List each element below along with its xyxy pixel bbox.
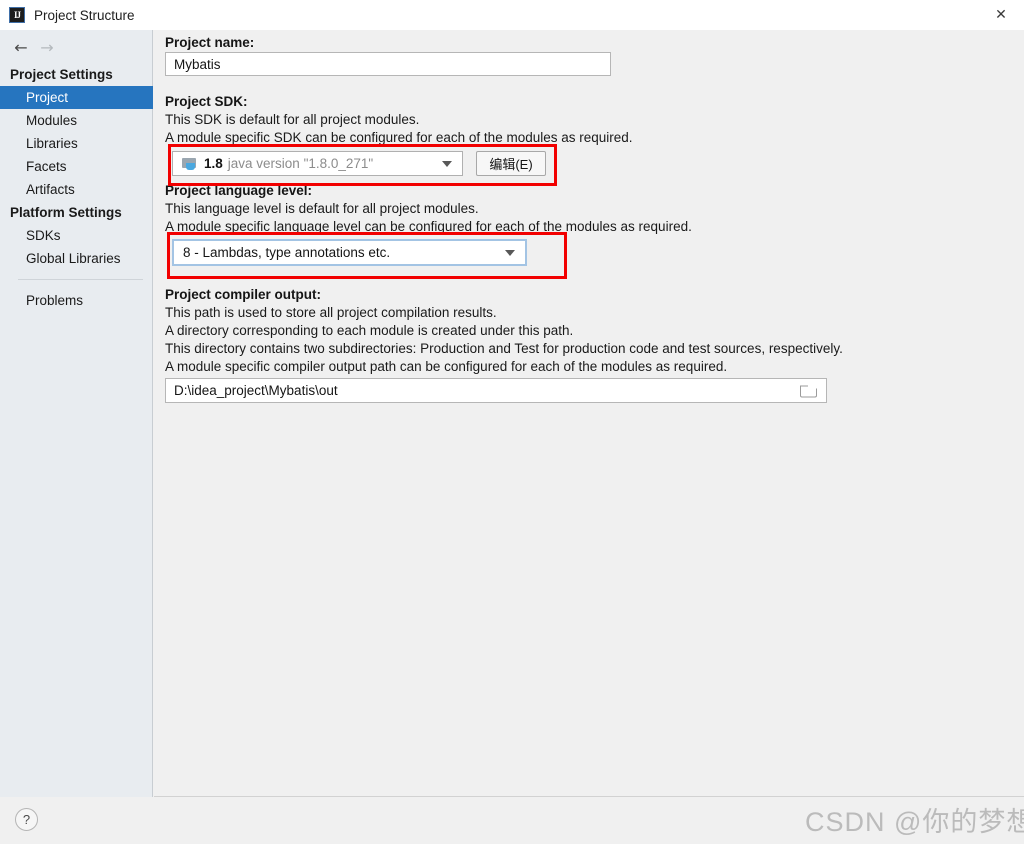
intellij-idea-icon: IJ xyxy=(9,7,25,23)
compiler-output-desc-3: This directory contains two subdirectori… xyxy=(165,341,843,356)
sidebar-item-facets[interactable]: Facets xyxy=(0,155,153,178)
sidebar-item-artifacts[interactable]: Artifacts xyxy=(0,178,153,201)
project-sdk-version: java version "1.8.0_271" xyxy=(227,156,374,171)
chevron-down-icon xyxy=(505,249,515,256)
sidebar-divider xyxy=(18,279,143,280)
language-level-label: Project language level: xyxy=(165,183,313,198)
edit-sdk-button[interactable]: 编辑(E) xyxy=(476,151,546,176)
project-name-label: Project name: xyxy=(165,35,255,50)
close-icon[interactable]: ✕ xyxy=(978,0,1024,30)
compiler-output-input[interactable]: D:\idea_project\Mybatis\out xyxy=(165,378,827,403)
project-structure-dialog: IJ Project Structure ✕ ← → Project Setti… xyxy=(0,0,1024,844)
browse-folder-icon[interactable] xyxy=(800,384,817,397)
window-title: Project Structure xyxy=(34,7,135,23)
language-level-desc-1: This language level is default for all p… xyxy=(165,201,479,216)
help-button[interactable]: ? xyxy=(15,808,38,831)
dialog-footer: ? 确定 取消 应用 xyxy=(0,798,1024,844)
back-arrow-icon[interactable]: ← xyxy=(8,37,34,59)
compiler-output-desc-4: A module specific compiler output path c… xyxy=(165,359,728,374)
project-sdk-desc-2: A module specific SDK can be configured … xyxy=(165,130,633,145)
sidebar-item-modules[interactable]: Modules xyxy=(0,109,153,132)
navigation-arrows: ← → xyxy=(0,35,153,61)
project-sdk-combobox[interactable]: 1.8 java version "1.8.0_271" xyxy=(172,151,463,176)
sidebar-group-project-settings: Project Settings xyxy=(10,67,113,82)
language-level-combobox[interactable]: 8 - Lambdas, type annotations etc. xyxy=(172,239,527,266)
sidebar-group-platform-settings: Platform Settings xyxy=(10,205,122,220)
project-sdk-desc-1: This SDK is default for all project modu… xyxy=(165,112,420,127)
project-name-input[interactable]: Mybatis xyxy=(165,52,611,76)
language-level-value: 8 - Lambdas, type annotations etc. xyxy=(183,245,391,260)
sidebar-item-sdks[interactable]: SDKs xyxy=(0,224,153,247)
window-titlebar: IJ Project Structure ✕ xyxy=(0,0,1024,30)
sidebar-item-libraries[interactable]: Libraries xyxy=(0,132,153,155)
main-panel: Project name: Mybatis Project SDK: This … xyxy=(154,30,1024,797)
sidebar: ← → Project Settings Project Modules Lib… xyxy=(0,30,153,797)
chevron-down-icon xyxy=(442,160,452,167)
jdk-folder-icon xyxy=(182,157,198,171)
forward-arrow-icon[interactable]: → xyxy=(34,37,60,59)
sidebar-item-problems[interactable]: Problems xyxy=(0,289,153,312)
sidebar-item-project[interactable]: Project xyxy=(0,86,153,109)
compiler-output-desc-2: A directory corresponding to each module… xyxy=(165,323,574,338)
compiler-output-label: Project compiler output: xyxy=(165,287,322,302)
project-sdk-label: Project SDK: xyxy=(165,94,248,109)
project-sdk-name: 1.8 xyxy=(204,156,223,171)
sidebar-item-global-libraries[interactable]: Global Libraries xyxy=(0,247,153,270)
language-level-desc-2: A module specific language level can be … xyxy=(165,219,692,234)
compiler-output-desc-1: This path is used to store all project c… xyxy=(165,305,497,320)
